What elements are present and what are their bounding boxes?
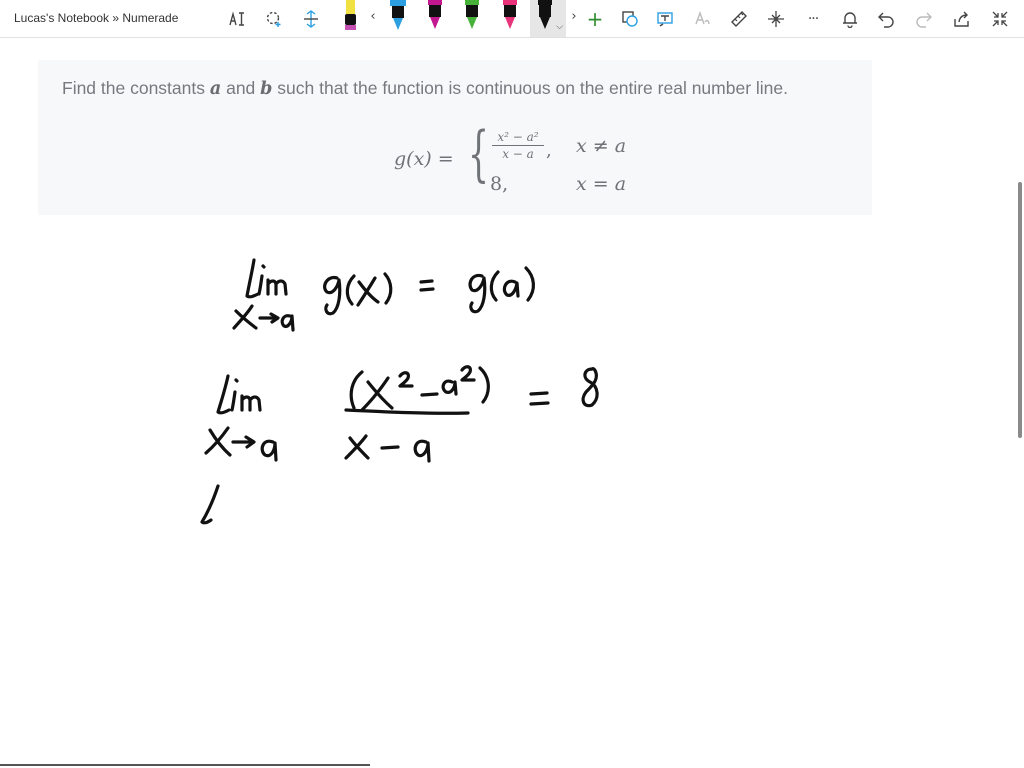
insert-space-icon[interactable] (299, 7, 323, 31)
ink-stroke (234, 378, 239, 383)
pen-green[interactable] (457, 0, 487, 36)
redo-icon[interactable] (912, 7, 936, 31)
lasso-select-icon[interactable] (262, 7, 286, 31)
case2-condition: x = a (576, 173, 627, 195)
notification-icon[interactable] (838, 7, 862, 31)
ink-stroke (216, 374, 231, 415)
ink-stroke (260, 439, 278, 462)
ink-stroke (413, 439, 431, 463)
share-icon[interactable] (950, 7, 974, 31)
formula-fraction: x² − a² x − a (492, 130, 544, 161)
problem-text-prefix: Find the constants (62, 78, 210, 98)
ink-stroke (349, 370, 364, 410)
variable-a: a (209, 79, 222, 99)
toolbar: Lucas's Notebook » Numerade ‹ ⌵ › + ··· (0, 0, 1024, 38)
ink-to-math-icon[interactable] (690, 7, 714, 31)
ink-stroke (529, 391, 550, 406)
pen-blue[interactable] (383, 0, 413, 36)
ink-stroke (258, 312, 280, 324)
formula-lhs: g(x) = (394, 148, 454, 170)
ink-stroke (344, 434, 370, 460)
ink-line-3 (200, 484, 220, 525)
ink-stroke (230, 390, 237, 412)
ink-stroke (323, 275, 342, 316)
fraction-denominator: x − a (502, 147, 534, 161)
pen-black[interactable]: ⌵ (530, 0, 566, 37)
case1-comma: , (546, 140, 552, 161)
highlighter-yellow-pen[interactable] (335, 0, 365, 36)
fullscreen-icon[interactable] (988, 7, 1012, 31)
ink-stroke (398, 371, 414, 388)
ink-stroke (581, 367, 599, 408)
ink-stroke (261, 264, 266, 269)
problem-statement: Find the constants a and b such that the… (62, 78, 872, 99)
ink-stroke (356, 276, 380, 307)
ink-stroke (231, 435, 256, 449)
ink-stroke (478, 366, 490, 404)
ink-line-2 (204, 365, 599, 463)
ink-stroke (441, 379, 458, 396)
problem-text-mid: and (221, 78, 261, 98)
touch-writing-icon[interactable] (764, 7, 788, 31)
pen-options-chevron-icon[interactable]: ⌵ (556, 22, 563, 32)
case2-value: 8, (490, 173, 509, 195)
more-pens-left-icon[interactable]: ‹ (367, 9, 379, 24)
ink-stroke (257, 274, 264, 296)
ink-stroke (524, 266, 535, 302)
ink-stroke (420, 392, 439, 397)
ink-stroke (245, 258, 260, 299)
ink-stroke (232, 304, 258, 330)
ink-stroke (360, 376, 394, 412)
ink-stroke (266, 278, 288, 296)
variable-b: b (260, 79, 273, 99)
ink-stroke (380, 445, 400, 450)
ink-stroke (204, 426, 232, 457)
fraction-numerator: x² − a² (492, 130, 544, 146)
formula-brace: { (468, 119, 490, 189)
undo-icon[interactable] (874, 7, 898, 31)
ink-stroke (344, 408, 470, 415)
window-title: Lucas's Notebook » Numerade (14, 11, 179, 25)
add-pen-icon[interactable]: + (583, 7, 607, 31)
piecewise-formula: g(x) = { x² − a² x − a , x ≠ a 8, x = a (394, 119, 654, 198)
ink-stroke (200, 484, 220, 525)
ink-stroke (460, 365, 476, 382)
ink-line-1 (232, 258, 535, 332)
ink-stroke (383, 272, 393, 305)
ink-stroke (502, 279, 520, 298)
ink-stroke (280, 314, 295, 332)
ink-stroke (468, 273, 487, 314)
problem-text-suffix: such that the function is continuous on … (272, 78, 788, 98)
ink-stroke (345, 274, 356, 306)
pen-magenta[interactable] (420, 0, 450, 36)
more-pens-right-icon[interactable]: › (568, 9, 580, 24)
page-divider (0, 764, 370, 766)
ink-stroke (419, 279, 435, 292)
text-select-icon[interactable] (225, 7, 249, 31)
ink-stroke (489, 270, 500, 302)
pen-pink[interactable] (495, 0, 525, 36)
scrollbar-thumb[interactable] (1018, 182, 1022, 438)
more-icon[interactable]: ··· (801, 7, 825, 31)
case1-condition: x ≠ a (576, 135, 627, 157)
vertical-scrollbar[interactable] (1014, 40, 1024, 768)
ink-to-text-icon[interactable] (653, 7, 677, 31)
ink-to-shape-icon[interactable] (618, 7, 642, 31)
ruler-icon[interactable] (727, 7, 751, 31)
ink-stroke (240, 394, 262, 412)
problem-card: Find the constants a and b such that the… (38, 60, 872, 215)
